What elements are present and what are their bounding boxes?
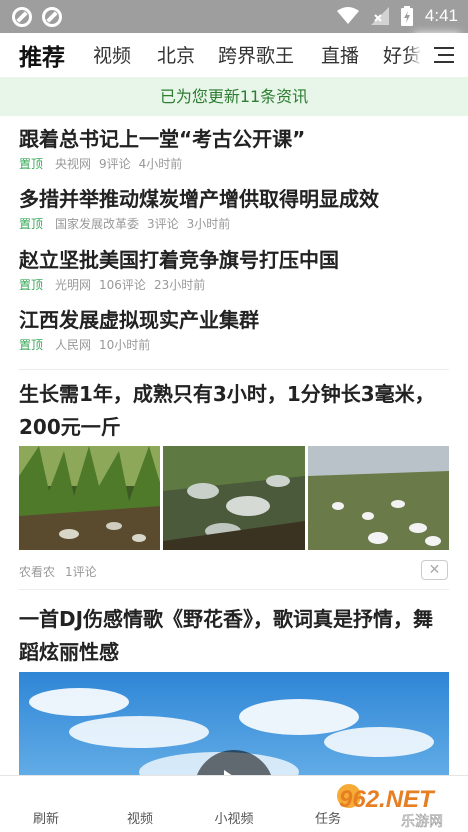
app-notification-icon bbox=[12, 7, 32, 27]
news-time: 4小时前 bbox=[138, 157, 183, 171]
tab-recommend[interactable]: 推荐 bbox=[19, 38, 65, 72]
menu-icon bbox=[434, 61, 454, 63]
tab-crossover-singer[interactable]: 跨界歌王 bbox=[218, 41, 294, 68]
article-title[interactable]: 生长需1年，成熟只有3小时，1分钟长3毫米，200元一斤 bbox=[19, 378, 449, 444]
article-image[interactable] bbox=[19, 446, 161, 550]
news-title[interactable]: 多措并举推动煤炭增产增供取得明显成效 bbox=[19, 184, 449, 214]
news-app-screen: 4:41 推荐 视频 北京 跨界歌王 直播 好货 已为您更新11条资讯 跟着总书… bbox=[0, 0, 468, 832]
pinned-badge: 置顶 bbox=[19, 338, 44, 352]
news-item[interactable]: 跟着总书记上一堂“考古公开课” 置顶 央视网 9评论 4小时前 bbox=[19, 124, 449, 174]
news-meta: 置顶 人民网 10小时前 bbox=[19, 335, 449, 355]
news-item[interactable]: 多措并举推动煤炭增产增供取得明显成效 置顶 国家发展改革委 3评论 3小时前 bbox=[19, 184, 449, 234]
tab-video[interactable]: 视频 bbox=[93, 41, 131, 68]
clock: 4:41 bbox=[424, 6, 458, 25]
watermark-subtext: 乐游网 bbox=[401, 814, 443, 830]
battery-icon bbox=[400, 6, 413, 26]
nav-video[interactable]: 视频 bbox=[110, 808, 170, 827]
article-title[interactable]: 一首DJ伤感情歌《野花香》，歌词真是抒情，舞蹈炫丽性感 bbox=[19, 603, 449, 669]
pinned-badge: 置顶 bbox=[19, 157, 44, 171]
menu-icon bbox=[438, 54, 454, 56]
news-item[interactable]: 赵立坚批美国打着竞争旗号打压中国 置顶 光明网 106评论 23小时前 bbox=[19, 245, 449, 295]
news-source: 光明网 bbox=[55, 278, 92, 292]
news-source: 央视网 bbox=[55, 157, 92, 171]
status-bar: 4:41 bbox=[0, 0, 468, 33]
news-title[interactable]: 跟着总书记上一堂“考古公开课” bbox=[19, 124, 449, 154]
news-title[interactable]: 赵立坚批美国打着竞争旗号打压中国 bbox=[19, 245, 449, 275]
divider bbox=[19, 369, 449, 370]
pinned-badge: 置顶 bbox=[19, 278, 44, 292]
nav-short-video[interactable]: 小视频 bbox=[204, 808, 264, 827]
news-source: 国家发展改革委 bbox=[55, 217, 140, 231]
divider bbox=[19, 589, 449, 590]
channel-menu-button[interactable] bbox=[422, 33, 468, 77]
watermark-text: 962.NET bbox=[339, 786, 436, 813]
article-meta: 农看农 1评论 bbox=[19, 563, 97, 580]
news-comments: 10小时前 bbox=[99, 338, 151, 352]
news-meta: 置顶 光明网 106评论 23小时前 bbox=[19, 275, 449, 295]
news-item[interactable]: 江西发展虚拟现实产业集群 置顶 人民网 10小时前 bbox=[19, 305, 449, 355]
news-comments: 3评论 bbox=[147, 217, 179, 231]
site-watermark-logo: 962.NET 乐游网 bbox=[335, 780, 463, 830]
news-meta: 置顶 国家发展改革委 3评论 3小时前 bbox=[19, 214, 449, 234]
wifi-icon bbox=[336, 7, 359, 24]
dismiss-button[interactable]: ✕ bbox=[421, 560, 448, 580]
channel-tab-bar: 推荐 视频 北京 跨界歌王 直播 好货 bbox=[0, 33, 468, 77]
news-source: 人民网 bbox=[55, 338, 92, 352]
news-comments: 9评论 bbox=[99, 157, 131, 171]
status-notifications bbox=[12, 7, 62, 27]
nav-refresh[interactable]: 刷新 bbox=[16, 808, 76, 827]
tab-beijing[interactable]: 北京 bbox=[157, 41, 195, 68]
tab-live[interactable]: 直播 bbox=[321, 41, 359, 68]
news-comments: 106评论 bbox=[99, 278, 146, 292]
news-title[interactable]: 江西发展虚拟现实产业集群 bbox=[19, 305, 449, 335]
pinned-badge: 置顶 bbox=[19, 217, 44, 231]
news-time: 23小时前 bbox=[153, 278, 206, 292]
refresh-banner: 已为您更新11条资讯 bbox=[0, 77, 468, 116]
status-indicators: 4:41 bbox=[336, 6, 458, 26]
menu-icon bbox=[434, 47, 454, 49]
article-comments: 1评论 bbox=[65, 565, 97, 579]
tab-goods[interactable]: 好货 bbox=[383, 41, 421, 68]
app-notification-icon bbox=[42, 7, 62, 27]
article-image-row[interactable] bbox=[19, 446, 449, 550]
article-image[interactable] bbox=[307, 446, 449, 550]
news-time: 3小时前 bbox=[186, 217, 231, 231]
signal-icon bbox=[370, 7, 389, 25]
news-meta: 置顶 央视网 9评论 4小时前 bbox=[19, 154, 449, 174]
article-source: 农看农 bbox=[19, 565, 56, 579]
article-image[interactable] bbox=[163, 446, 305, 550]
